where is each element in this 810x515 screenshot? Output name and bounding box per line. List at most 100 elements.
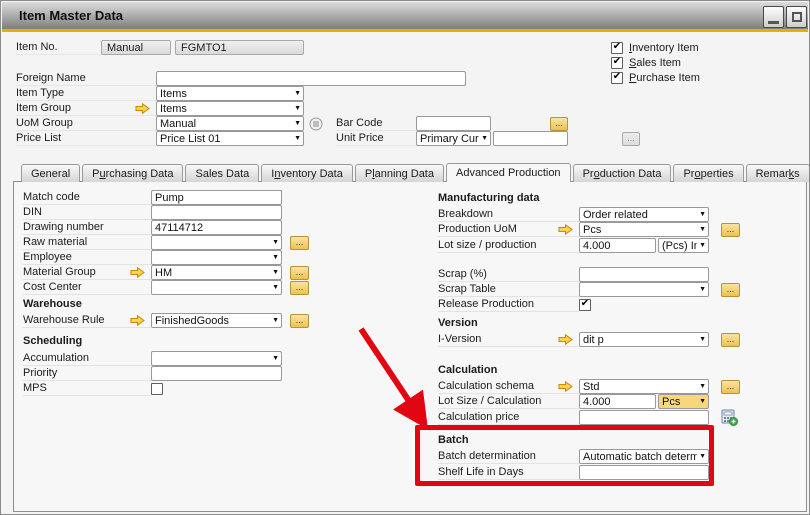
link-arrow-icon[interactable] <box>130 267 145 278</box>
calculation-price-input[interactable] <box>579 410 709 425</box>
link-arrow-icon[interactable] <box>558 381 573 392</box>
checkmark-icon: ✔ <box>613 42 621 52</box>
link-arrow-icon[interactable] <box>130 315 145 326</box>
material-group-value: HM <box>155 267 270 279</box>
link-arrow-icon[interactable] <box>558 224 573 235</box>
din-input[interactable] <box>151 205 282 220</box>
tab-sales-data[interactable]: Sales Data <box>185 164 259 182</box>
lot-size-production-uom-dropdown[interactable]: (Pcs) Inve ▼ <box>658 238 709 253</box>
match-code-input[interactable] <box>151 190 282 205</box>
i-version-dropdown[interactable]: dit p ▼ <box>579 332 709 347</box>
lot-size-production-input[interactable] <box>579 238 656 253</box>
minimize-button[interactable] <box>763 6 784 28</box>
drawing-number-label: Drawing number <box>23 221 151 233</box>
raw-material-dropdown[interactable]: ▼ <box>151 235 282 250</box>
chevron-down-icon: ▼ <box>699 453 706 460</box>
i-version-browse-button[interactable]: ... <box>721 333 740 347</box>
item-type-dropdown[interactable]: Items ▼ <box>156 86 304 101</box>
scrap-table-row: Scrap Table ▼ ... <box>438 282 750 297</box>
chevron-down-icon: ▼ <box>272 284 279 291</box>
raw-material-browse-button[interactable]: ... <box>290 236 309 250</box>
calculation-schema-value: Std <box>583 381 697 393</box>
link-arrow-icon[interactable] <box>135 103 150 114</box>
production-uom-value: Pcs <box>583 224 697 236</box>
warehouse-rule-row: Warehouse Rule FinishedGoods ▼ ... <box>23 313 323 328</box>
item-no-row: Item No. Manual FGMTO1 <box>16 40 304 55</box>
employee-dropdown[interactable]: ▼ <box>151 250 282 265</box>
calculation-schema-browse-button[interactable]: ... <box>721 380 740 394</box>
tab-general[interactable]: General <box>21 164 80 182</box>
batch-determination-dropdown[interactable]: Automatic batch determina ▼ <box>579 449 709 464</box>
purchase-item-checkbox[interactable]: ✔ <box>611 72 623 84</box>
uom-group-label: UoM Group <box>16 116 156 131</box>
calculator-icon[interactable] <box>721 409 738 426</box>
breakdown-dropdown[interactable]: Order related ▼ <box>579 207 709 222</box>
tab-purchasing-data[interactable]: Purchasing Data <box>82 164 183 182</box>
tab-properties[interactable]: Properties <box>673 164 743 182</box>
inventory-item-checkbox[interactable]: ✔ <box>611 42 623 54</box>
production-uom-dropdown[interactable]: Pcs ▼ <box>579 222 709 237</box>
breakdown-row: Breakdown Order related ▼ <box>438 207 750 222</box>
tab-production-data[interactable]: Production Data <box>573 164 672 182</box>
maximize-button[interactable] <box>786 6 807 28</box>
sales-item-checkbox[interactable]: ✔ <box>611 57 623 69</box>
bar-code-browse-button[interactable]: ... <box>550 117 568 131</box>
unit-price-input[interactable] <box>493 131 568 146</box>
checkmark-icon: ✔ <box>613 72 621 82</box>
scrap-table-browse-button[interactable]: ... <box>721 283 740 297</box>
calculation-schema-dropdown[interactable]: Std ▼ <box>579 379 709 394</box>
scrap-table-dropdown[interactable]: ▼ <box>579 282 709 297</box>
lot-size-calculation-uom-dropdown[interactable]: Pcs ▼ <box>658 394 709 409</box>
release-production-checkbox[interactable]: ✔ <box>579 299 591 311</box>
tab-planning-data[interactable]: Planning Data <box>355 164 444 182</box>
item-no-value-box[interactable]: FGMTO1 <box>175 40 304 55</box>
foreign-name-input[interactable] <box>156 71 466 86</box>
item-group-dropdown[interactable]: Items ▼ <box>156 101 304 116</box>
production-uom-browse-button[interactable]: ... <box>721 223 740 237</box>
link-arrow-icon[interactable] <box>558 334 573 345</box>
window-title: Item Master Data <box>19 8 123 23</box>
material-group-row: Material Group HM ▼ ... <box>23 265 323 280</box>
mps-checkbox[interactable] <box>151 383 163 395</box>
chevron-down-icon: ▼ <box>699 286 706 293</box>
accumulation-label: Accumulation <box>23 352 151 364</box>
uom-group-definition-icon[interactable] <box>309 117 323 131</box>
drawing-number-input[interactable] <box>151 220 282 235</box>
checkmark-icon: ✔ <box>613 57 621 67</box>
cost-center-dropdown[interactable]: ▼ <box>151 280 282 295</box>
shelf-life-input[interactable] <box>579 465 709 480</box>
accumulation-dropdown[interactable]: ▼ <box>151 351 282 366</box>
lot-size-production-uom-value: (Pcs) Inve <box>662 240 697 252</box>
match-code-row: Match code <box>23 190 323 205</box>
unit-price-browse-button[interactable]: ... <box>622 132 640 146</box>
chevron-down-icon: ▼ <box>699 226 706 233</box>
unit-price-currency-dropdown[interactable]: Primary Curre ▼ <box>416 131 491 146</box>
bar-code-input[interactable] <box>416 116 491 131</box>
lot-size-calculation-input[interactable] <box>579 394 656 409</box>
item-type-value: Items <box>160 88 292 100</box>
material-group-dropdown[interactable]: HM ▼ <box>151 265 282 280</box>
chevron-down-icon: ▼ <box>699 242 706 249</box>
chevron-down-icon: ▼ <box>699 336 706 343</box>
warehouse-rule-browse-button[interactable]: ... <box>290 314 309 328</box>
employee-row: Employee ▼ <box>23 250 323 265</box>
calculation-schema-label: Calculation schema <box>438 380 558 392</box>
warehouse-rule-dropdown[interactable]: FinishedGoods ▼ <box>151 313 282 328</box>
tab-remarks[interactable]: Remarks <box>746 164 810 182</box>
chevron-down-icon: ▼ <box>272 317 279 324</box>
breakdown-label: Breakdown <box>438 208 579 220</box>
foreign-name-label: Foreign Name <box>16 71 156 86</box>
item-no-mode-box[interactable]: Manual <box>101 40 171 55</box>
tab-inventory-data[interactable]: Inventory Data <box>261 164 353 182</box>
i-version-value: dit p <box>583 334 697 346</box>
chevron-down-icon: ▼ <box>272 254 279 261</box>
price-list-dropdown[interactable]: Price List 01 ▼ <box>156 131 304 146</box>
cost-center-browse-button[interactable]: ... <box>290 281 309 295</box>
calculation-price-row: Calculation price <box>438 410 750 425</box>
uom-group-dropdown[interactable]: Manual ▼ <box>156 116 304 131</box>
scrap-pct-input[interactable] <box>579 267 709 282</box>
priority-input[interactable] <box>151 366 282 381</box>
tab-advanced-production[interactable]: Advanced Production <box>446 163 571 182</box>
scrap-pct-row: Scrap (%) <box>438 267 750 282</box>
material-group-browse-button[interactable]: ... <box>290 266 309 280</box>
